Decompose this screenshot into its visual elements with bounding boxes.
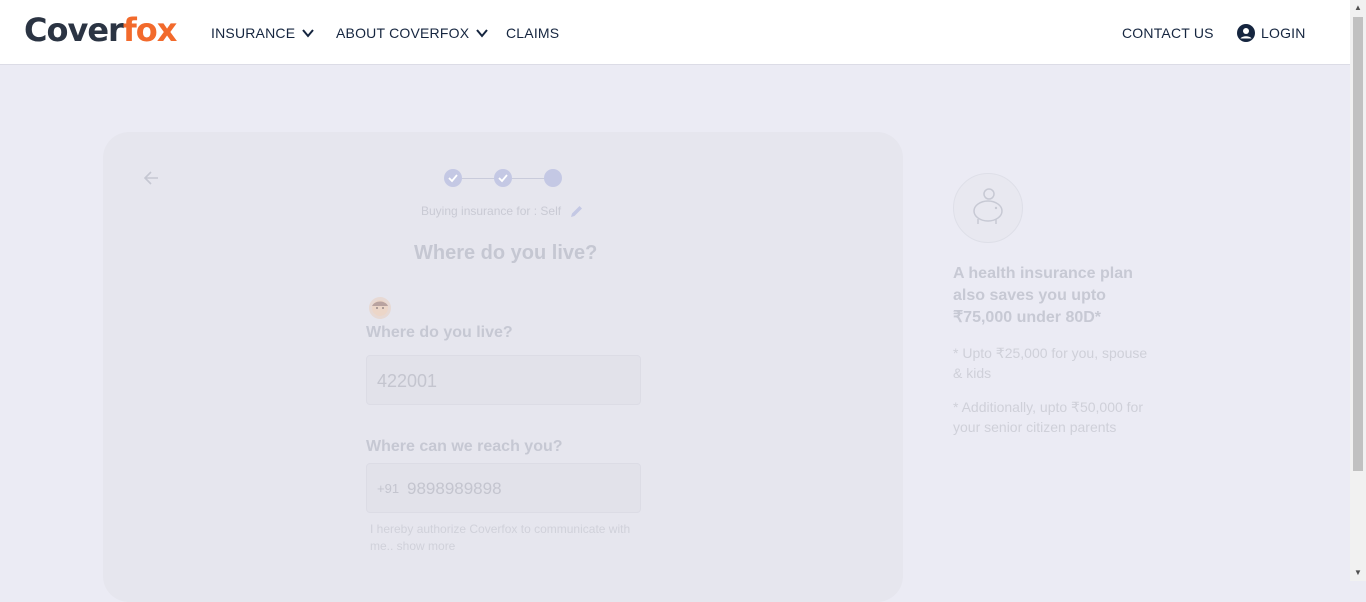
nav-about-coverfox[interactable]: ABOUT COVERFOX (336, 24, 489, 42)
piggy-bank-icon (973, 188, 1003, 224)
login-label: LOGIN (1261, 25, 1306, 41)
page-title: Where do you live? (414, 242, 598, 264)
nav-contact-label: CONTACT US (1122, 25, 1214, 41)
phone-input[interactable]: +91 9898989898 (366, 463, 641, 513)
reach-label: Where can we reach you? (366, 438, 563, 455)
logo-text-fox: fox (122, 11, 178, 49)
avatar-face-icon (372, 300, 388, 316)
nav-insurance[interactable]: INSURANCE (211, 24, 315, 42)
chevron-down-icon (476, 29, 489, 38)
user-account-icon (1237, 24, 1255, 42)
stepper-connector (461, 178, 495, 179)
step-3-current (544, 169, 562, 187)
scroll-thumb[interactable] (1353, 17, 1363, 471)
scroll-down-arrow-icon[interactable]: ▼ (1350, 565, 1366, 581)
nav-about-label: ABOUT COVERFOX (336, 25, 470, 41)
nav-claims-label: CLAIMS (506, 25, 560, 41)
tax-note-parents: * Additionally, upto ₹50,000 for your se… (953, 399, 1143, 435)
login-button[interactable]: LOGIN (1237, 24, 1306, 42)
vertical-scrollbar[interactable]: ▲ ▼ (1350, 0, 1366, 581)
check-icon (498, 174, 508, 183)
phone-value: 9898989898 (407, 479, 502, 498)
assistant-avatar (369, 297, 391, 319)
nav-contact-us[interactable]: CONTACT US (1122, 24, 1214, 42)
step-2-completed (494, 169, 512, 187)
edit-pencil-icon[interactable] (569, 204, 584, 219)
live-label: Where do you live? (366, 324, 513, 341)
pincode-input[interactable]: 422001 (366, 355, 641, 405)
coverfox-logo[interactable]: Coverfox (24, 11, 178, 49)
buying-for-text: Buying insurance for : Self (421, 204, 562, 218)
tax-benefit-headline: A health insurance plan also saves you u… (953, 265, 1133, 326)
top-header: Coverfox INSURANCE ABOUT COVERFOX CLAIMS… (0, 0, 1350, 65)
consent-text[interactable]: I hereby authorize Coverfox to communica… (370, 521, 640, 555)
logo-text-cover: Cover (24, 11, 124, 49)
nav-insurance-label: INSURANCE (211, 25, 296, 41)
step-1-completed (444, 169, 462, 187)
back-arrow-icon[interactable] (140, 167, 162, 189)
scroll-up-arrow-icon[interactable]: ▲ (1350, 0, 1366, 16)
tax-note-self: * Upto ₹25,000 for you, spouse & kids (953, 345, 1148, 381)
nav-claims[interactable]: CLAIMS (506, 24, 559, 42)
phone-prefix: +91 (377, 481, 400, 496)
stepper-connector (511, 178, 545, 179)
check-icon (448, 174, 458, 183)
piggy-bank-badge (953, 173, 1023, 243)
chevron-down-icon (302, 29, 315, 38)
pincode-value: 422001 (377, 371, 438, 391)
